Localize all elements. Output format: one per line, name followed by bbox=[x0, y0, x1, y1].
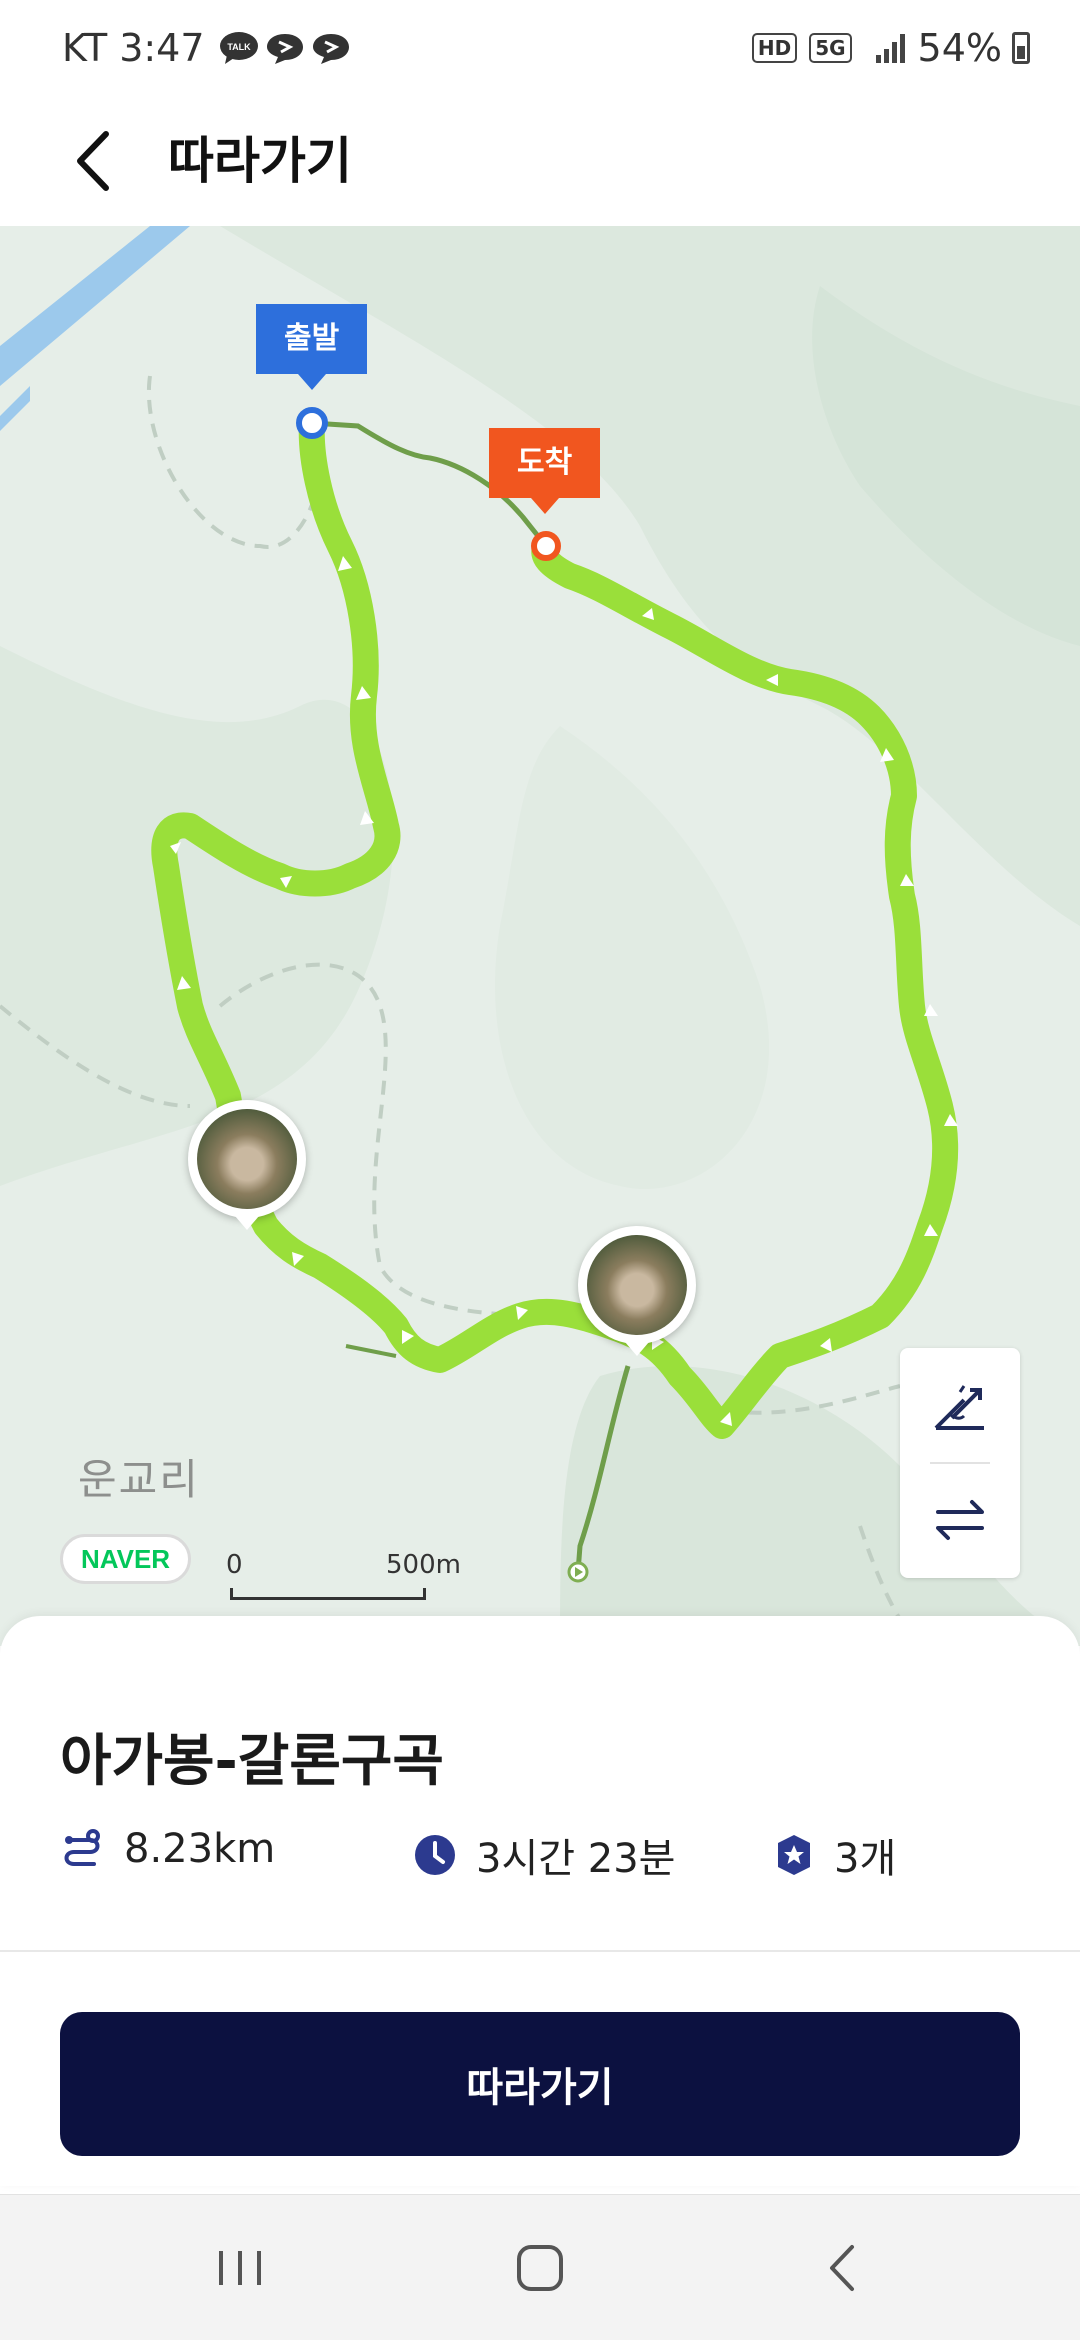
status-right: HD 5G 54% bbox=[751, 26, 1030, 70]
app-header: 따라가기 bbox=[0, 104, 1080, 226]
back-button[interactable] bbox=[62, 126, 132, 196]
kakaotalk-icon: TALK bbox=[219, 32, 258, 64]
photo-waypoint[interactable] bbox=[578, 1226, 696, 1356]
hd-badge: HD bbox=[751, 33, 798, 63]
waypoint-photo bbox=[197, 1109, 297, 1209]
recents-icon[interactable] bbox=[205, 2233, 275, 2303]
map-scale: 0 500m bbox=[224, 1550, 461, 1600]
village-label: 운교리 bbox=[78, 1455, 200, 1504]
distance-value: 8.23km bbox=[124, 1826, 276, 1872]
waypoint-count-stat: 3개 bbox=[774, 1826, 896, 1884]
home-icon[interactable] bbox=[505, 2233, 575, 2303]
distance-stat: 8.23km bbox=[60, 1826, 275, 1872]
photo-waypoint[interactable] bbox=[188, 1100, 306, 1230]
network-badge: 5G bbox=[809, 33, 852, 63]
route-distance-icon bbox=[64, 1829, 100, 1866]
status-left: KT 3:47 TALK bbox=[62, 26, 351, 70]
battery-icon bbox=[1012, 32, 1030, 64]
page-title: 따라가기 bbox=[168, 132, 352, 190]
waypoint-count-value: 3개 bbox=[834, 1836, 897, 1882]
system-nav-bar bbox=[0, 2194, 1080, 2340]
start-label[interactable]: 출발 bbox=[256, 304, 368, 390]
chat-bubble-icon bbox=[312, 34, 349, 64]
duration-value: 3시간 23분 bbox=[476, 1836, 676, 1882]
duration-stat: 3시간 23분 bbox=[414, 1826, 675, 1884]
route-stats: 8.23km 3시간 23분 3개 bbox=[60, 1826, 1040, 1886]
route-name: 아가봉-갈론구곡 bbox=[60, 1729, 444, 1794]
svg-text:TALK: TALK bbox=[227, 42, 251, 52]
end-label[interactable]: 도착 bbox=[489, 428, 601, 514]
scale-bar bbox=[230, 1588, 426, 1600]
map-controls bbox=[900, 1348, 1020, 1578]
end-point-marker bbox=[531, 531, 561, 561]
back-nav-icon[interactable] bbox=[810, 2233, 880, 2303]
follow-route-button[interactable]: 따라가기 bbox=[60, 2012, 1020, 2156]
naver-logo[interactable]: NAVER bbox=[60, 1534, 192, 1584]
time-text: 3:47 bbox=[119, 26, 205, 70]
elevation-profile-icon[interactable] bbox=[930, 1378, 990, 1438]
waypoint-photo bbox=[587, 1235, 687, 1335]
scale-start-label: 0 bbox=[226, 1550, 243, 1580]
status-bar: KT 3:47 TALK HD 5G 54% bbox=[0, 0, 1080, 104]
start-point-marker bbox=[296, 407, 328, 439]
signal-icon bbox=[875, 34, 905, 63]
controls-divider bbox=[930, 1462, 990, 1464]
scale-end-label: 500m bbox=[386, 1550, 461, 1580]
route-info-sheet: 아가봉-갈론구곡 8.23km 3시간 23분 3개 따라가기 bbox=[0, 1616, 1080, 2186]
route-map[interactable]: 출발 도착 운교리 NAVER 0 500m bbox=[0, 226, 1080, 1646]
clock-icon bbox=[415, 1835, 455, 1875]
carrier-text: KT bbox=[62, 26, 108, 70]
reverse-route-icon[interactable] bbox=[930, 1490, 990, 1550]
chat-bubble-icon bbox=[266, 34, 303, 64]
star-badge-icon bbox=[778, 1835, 810, 1875]
battery-text: 54% bbox=[917, 26, 1002, 70]
sheet-divider bbox=[0, 1950, 1080, 1952]
